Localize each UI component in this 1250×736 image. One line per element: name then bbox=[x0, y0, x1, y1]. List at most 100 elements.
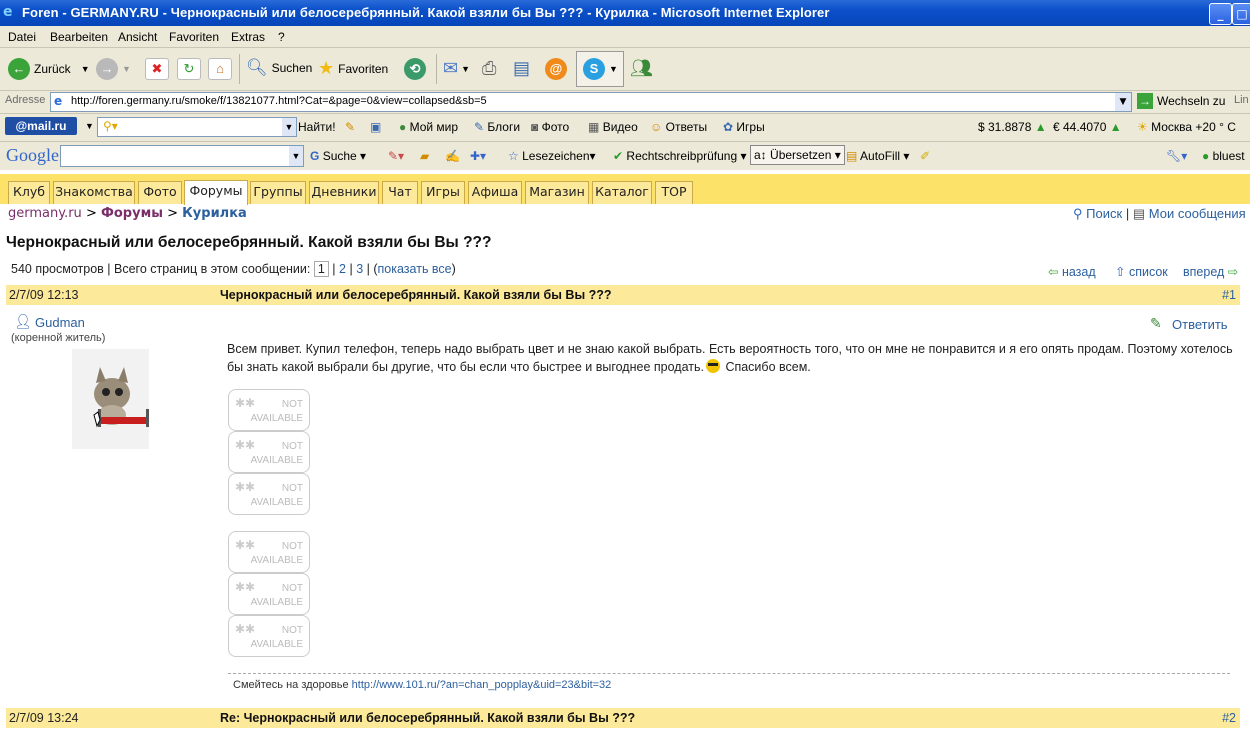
stop-button[interactable]: ✖ bbox=[145, 58, 169, 80]
author-link[interactable]: Gudman bbox=[35, 315, 85, 330]
tab-photo[interactable]: Фото bbox=[138, 181, 182, 204]
address-dropdown-icon[interactable]: ▼ bbox=[1115, 93, 1131, 111]
spellcheck-button[interactable]: ✔ Rechtschreibprüfung ▾ bbox=[613, 149, 747, 163]
signature-link[interactable]: http://www.101.ru/?an=chan_popplay&uid=2… bbox=[352, 679, 612, 691]
mailru-answers[interactable]: ☺ Ответы bbox=[650, 120, 707, 134]
account-label: bluest bbox=[1212, 149, 1245, 163]
weather[interactable]: ☀ Москва +20 ° C bbox=[1137, 120, 1236, 134]
settings-wrench-icon[interactable]: 🔧︎▾ bbox=[1166, 149, 1187, 163]
mailru-search-input[interactable]: ⚲▾ ▼ bbox=[97, 117, 297, 137]
tab-chat[interactable]: Чат bbox=[382, 181, 418, 204]
image-not-available: ✱✱ NOT AVAILABLE bbox=[228, 615, 310, 657]
tab-afisha[interactable]: Афиша bbox=[468, 181, 522, 204]
tab-club[interactable]: Клуб bbox=[8, 181, 50, 204]
tab-top[interactable]: TOP bbox=[655, 181, 693, 204]
tab-groups[interactable]: Группы bbox=[250, 181, 306, 204]
menu-help[interactable]: ? bbox=[278, 30, 285, 44]
nav-forward-link[interactable]: вперед ⇨ bbox=[1183, 264, 1238, 279]
mailru-moymir[interactable]: ● Мой мир bbox=[399, 120, 458, 134]
post-number-link[interactable]: #1 bbox=[1222, 288, 1236, 302]
mailru-search-dropdown-icon[interactable]: ▼ bbox=[282, 118, 296, 136]
reply-button[interactable]: ✎ Ответить bbox=[1150, 315, 1228, 332]
menu-favoriten[interactable]: Favoriten bbox=[169, 30, 219, 44]
skype-dropdown-icon[interactable]: ▼ bbox=[609, 64, 618, 74]
address-input[interactable]: e http://foren.germany.ru/smoke/f/138210… bbox=[50, 92, 1132, 112]
mailru-menu-dropdown-icon[interactable]: ▼ bbox=[85, 121, 94, 131]
refresh-button[interactable]: ↻ bbox=[177, 58, 201, 80]
tab-dating[interactable]: Знакомства bbox=[53, 181, 135, 204]
maximize-button[interactable]: □ bbox=[1232, 3, 1250, 25]
breadcrumb-site[interactable]: germany.ru bbox=[8, 206, 82, 221]
favorites-button[interactable]: ★ Favoriten bbox=[318, 58, 388, 79]
page-3-link[interactable]: 3 bbox=[356, 262, 363, 276]
usd-rate[interactable]: $ 31.8878 ▲ bbox=[978, 120, 1047, 134]
autofill-button[interactable]: ▤ AutoFill ▾ bbox=[846, 149, 909, 163]
menu-ansicht[interactable]: Ansicht bbox=[118, 30, 157, 44]
forum-search-link[interactable]: ⚲ Поиск bbox=[1073, 206, 1122, 221]
forward-button[interactable]: → ▼ bbox=[96, 58, 131, 80]
skype-button[interactable]: S ▼ bbox=[576, 51, 624, 87]
google-search-button[interactable]: G Suche ▾ bbox=[310, 149, 366, 163]
mailru-agent-button[interactable]: @ bbox=[545, 58, 571, 80]
mailru-logo[interactable]: @mail.ru bbox=[5, 117, 77, 135]
history-button[interactable]: ⟲ bbox=[404, 58, 430, 80]
google-logo[interactable]: Google bbox=[6, 145, 59, 166]
signature-text: Смейтесь на здоровье bbox=[233, 679, 349, 691]
window-titlebar: e Foren - GERMANY.RU - Чернокрасный или … bbox=[0, 0, 1250, 26]
google-plus-icon[interactable]: ✚▾ bbox=[470, 149, 486, 163]
google-tool-icon[interactable]: ✎▾ bbox=[388, 149, 404, 163]
post-title: Re: Чернокрасный или белосеребрянный. Ка… bbox=[220, 711, 636, 725]
links-label[interactable]: Lin bbox=[1234, 94, 1249, 106]
messenger-button[interactable]: 👥︎ bbox=[630, 58, 653, 79]
google-folder-icon[interactable]: ▰ bbox=[420, 149, 429, 163]
mailru-find-button[interactable]: Найти! bbox=[298, 120, 336, 134]
search-button[interactable]: 🔍︎ Suchen bbox=[246, 58, 312, 78]
go-button[interactable]: → Wechseln zu bbox=[1137, 93, 1225, 109]
back-dropdown-icon[interactable]: ▼ bbox=[81, 64, 90, 74]
menu-bearbeiten[interactable]: Bearbeiten bbox=[50, 30, 108, 44]
post-number-link[interactable]: #2 bbox=[1222, 711, 1236, 725]
stop-icon: ✖ bbox=[145, 58, 169, 80]
home-button[interactable]: ⌂ bbox=[208, 58, 232, 80]
show-all-link[interactable]: показать все bbox=[378, 262, 452, 276]
menu-datei[interactable]: Datei bbox=[8, 30, 36, 44]
go-label: Wechseln zu bbox=[1157, 94, 1226, 108]
tab-shop[interactable]: Магазин bbox=[525, 181, 589, 204]
highlighter-icon[interactable]: ✐ bbox=[920, 149, 930, 163]
site-tabs: Клуб Знакомства Фото Форумы Группы Дневн… bbox=[0, 174, 1250, 205]
address-url: http://foren.germany.ru/smoke/f/13821077… bbox=[71, 95, 487, 107]
print-button[interactable]: ⎙ bbox=[482, 58, 496, 79]
tab-diaries[interactable]: Дневники bbox=[309, 181, 379, 204]
tab-games[interactable]: Игры bbox=[421, 181, 465, 204]
mail-button[interactable]: ✉ ▼ bbox=[443, 58, 470, 79]
tab-catalog[interactable]: Каталог bbox=[592, 181, 652, 204]
mail-dropdown-icon[interactable]: ▼ bbox=[461, 64, 470, 74]
page-2-link[interactable]: 2 bbox=[339, 262, 346, 276]
edit-button[interactable]: ▤ bbox=[513, 58, 530, 79]
my-messages-link[interactable]: ▤ Мои сообщения bbox=[1133, 206, 1246, 221]
mailru-video[interactable]: ▦ Видео bbox=[588, 120, 638, 134]
nav-list-link[interactable]: ⇧ список bbox=[1115, 264, 1168, 279]
mailru-photo[interactable]: ◙ Фото bbox=[531, 120, 569, 134]
messenger-people-icon: 👥︎ bbox=[630, 58, 653, 78]
mailru-games[interactable]: ✿ Игры bbox=[723, 120, 765, 134]
menu-extras[interactable]: Extras bbox=[231, 30, 265, 44]
breadcrumb-board[interactable]: Курилка bbox=[182, 206, 247, 221]
eur-rate[interactable]: € 44.4070 ▲ bbox=[1053, 120, 1122, 134]
back-button[interactable]: ← Zurück ▼ bbox=[8, 58, 90, 80]
google-note-icon[interactable]: ✍ bbox=[445, 149, 460, 163]
pencil-icon[interactable]: ✎ bbox=[345, 120, 355, 134]
nav-back-link[interactable]: ⇦ назад bbox=[1048, 264, 1096, 279]
mailru-blogs[interactable]: ✎ Блоги bbox=[474, 120, 520, 134]
breadcrumb-forums[interactable]: Форумы bbox=[101, 206, 163, 221]
google-search-input[interactable]: ▼ bbox=[60, 145, 304, 167]
breadcrumb-sep: > bbox=[85, 206, 97, 221]
tab-forums[interactable]: Форумы bbox=[184, 180, 248, 205]
bookmarks-button[interactable]: ☆ Lesezeichen▾ bbox=[508, 149, 596, 163]
google-search-dropdown-icon[interactable]: ▼ bbox=[289, 146, 303, 166]
translate-button[interactable]: a↕ Übersetzen ▾ bbox=[750, 145, 845, 165]
nav-back-label: назад bbox=[1061, 265, 1096, 279]
minimize-button[interactable]: _ bbox=[1209, 3, 1232, 25]
mailru-box-icon[interactable]: ▣ bbox=[370, 120, 381, 134]
google-account[interactable]: ● bluest bbox=[1202, 149, 1245, 163]
